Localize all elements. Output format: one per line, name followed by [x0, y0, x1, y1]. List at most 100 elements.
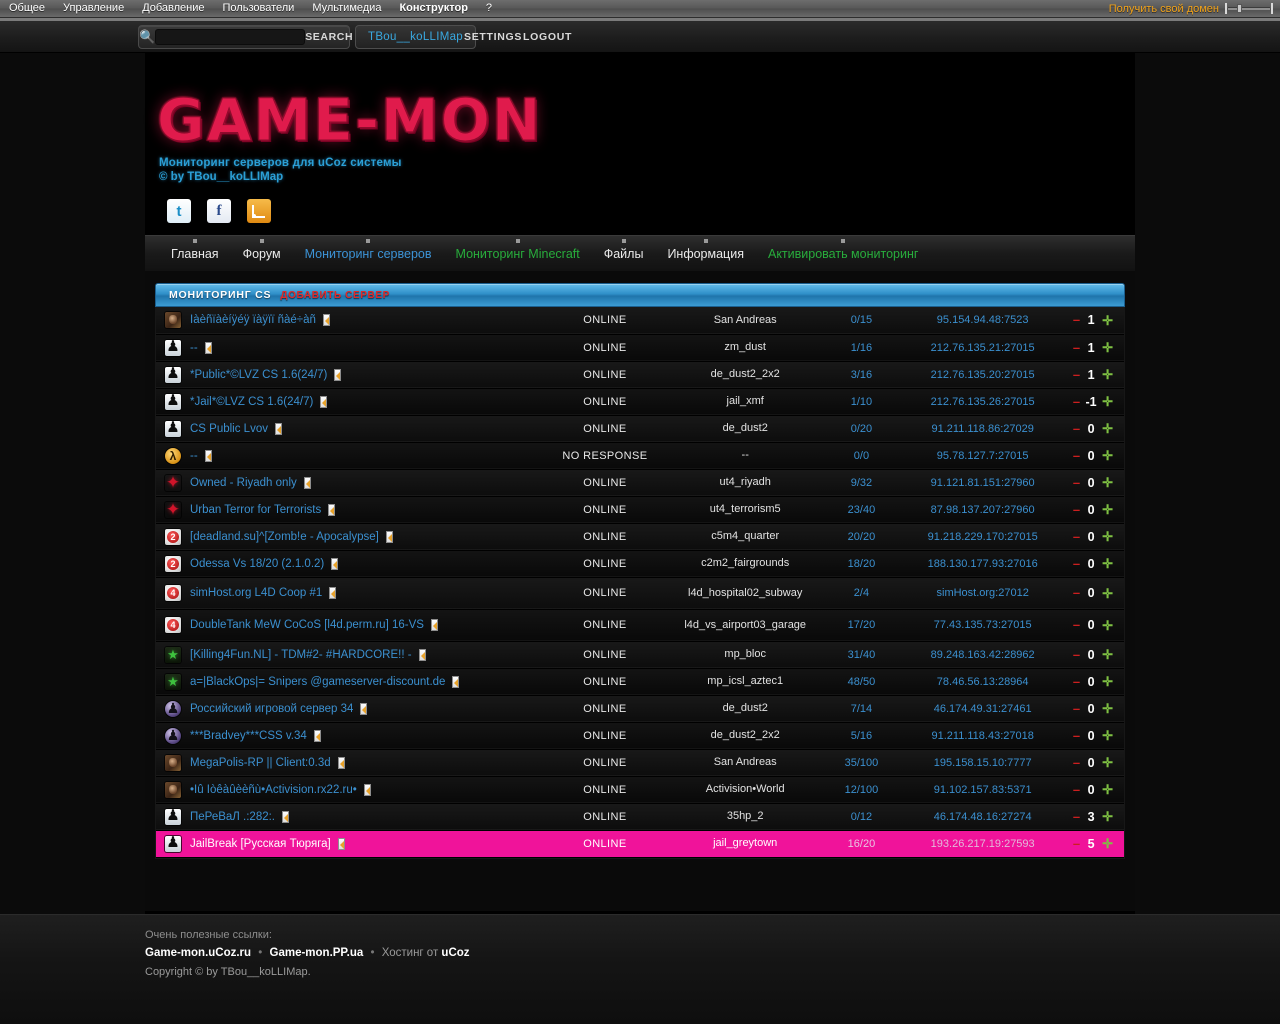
user-name-box[interactable]: TBou__koLLIMap	[355, 25, 476, 49]
table-row[interactable]: JailBreak [Русская Тюряга] ONLINE jail_gre…	[156, 830, 1124, 857]
slider-icon[interactable]	[1225, 3, 1273, 14]
server-name-link[interactable]: Owned - Riyadh only	[190, 477, 297, 489]
server-address[interactable]: 46.174.48.16:27274	[904, 803, 1062, 830]
table-row[interactable]: Российский игровой сервер 34 ONLINE de_dus…	[156, 695, 1124, 722]
rating-minus-icon[interactable]: –	[1073, 586, 1080, 599]
server-address[interactable]: 91.211.118.43:27018	[904, 722, 1062, 749]
rating-plus-icon[interactable]: ✛	[1102, 368, 1113, 381]
add-server-link[interactable]: ДОБАВИТЬ СЕРВЕР	[280, 290, 390, 301]
nav-item-5[interactable]: Информация	[655, 236, 756, 272]
rating-minus-icon[interactable]: –	[1073, 756, 1080, 769]
table-row[interactable]: Odessa Vs 18/20 (2.1.0.2) ONLINE c2m2_fair…	[156, 550, 1124, 577]
ucoz-menu-item-1[interactable]: Управление	[54, 0, 133, 17]
server-address[interactable]: 188.130.177.93:27016	[904, 550, 1062, 577]
server-address[interactable]: 91.121.81.151:27960	[904, 469, 1062, 496]
ucoz-menu-item-0[interactable]: Общее	[0, 0, 54, 17]
server-name-link[interactable]: a=|BlackOps|= Snipers @gameserver-discou…	[190, 676, 445, 688]
server-address[interactable]: 193.26.217.19:27593	[904, 830, 1062, 857]
rss-icon[interactable]	[247, 199, 271, 223]
ucoz-menu-item-6[interactable]: ?	[477, 0, 501, 17]
slider-knob[interactable]	[1237, 4, 1242, 13]
server-name-link[interactable]: *Jail*©LVZ CS 1.6(24/7)	[190, 396, 313, 408]
rating-plus-icon[interactable]: ✛	[1102, 395, 1113, 408]
rating-plus-icon[interactable]: ✛	[1102, 756, 1113, 769]
facebook-icon[interactable]: f	[207, 199, 231, 223]
rating-plus-icon[interactable]: ✛	[1102, 675, 1113, 688]
server-address[interactable]: 87.98.137.207:27960	[904, 496, 1062, 523]
server-name-link[interactable]: *Public*©LVZ CS 1.6(24/7)	[190, 369, 327, 381]
server-name-link[interactable]: Odessa Vs 18/20 (2.1.0.2)	[190, 558, 324, 570]
server-name-link[interactable]: Ïàèñïàèíÿéÿ ïàÿïï ñàé÷àñ	[190, 314, 316, 326]
server-name-link[interactable]: simHost.org L4D Coop #1	[190, 587, 322, 599]
rating-plus-icon[interactable]: ✛	[1102, 530, 1113, 543]
footer-link-pp-ua[interactable]: Game-mon.PP.ua	[270, 947, 364, 959]
table-row[interactable]: -- ONLINE zm_dust 1/16 212.76.135.21:27015–1…	[156, 334, 1124, 361]
table-row[interactable]: ПеРеВаЛ .:282:. ONLINE 35hp_2 0/12 46.174.48…	[156, 803, 1124, 830]
rating-minus-icon[interactable]: –	[1073, 702, 1080, 715]
rating-plus-icon[interactable]: ✛	[1102, 702, 1113, 715]
rating-minus-icon[interactable]: –	[1073, 313, 1080, 326]
table-row[interactable]: simHost.org L4D Coop #1 ONLINE l4d_hospita…	[156, 577, 1124, 609]
rating-minus-icon[interactable]: –	[1073, 783, 1080, 796]
table-row[interactable]: Urban Terror for Terrorists ONLINE ut4_ter…	[156, 496, 1124, 523]
server-address[interactable]: 212.76.135.26:27015	[904, 388, 1062, 415]
server-name-link[interactable]: [deadland.su]^[Zomb!e - Apocalypse]	[190, 531, 379, 543]
server-name-link[interactable]: [Killing4Fun.NL] - TDM#2- #HARDCORE!! -	[190, 649, 412, 661]
rating-minus-icon[interactable]: –	[1073, 449, 1080, 462]
table-row[interactable]: ***Bradvey***CSS v.34 ONLINE de_dust2_2x2 5…	[156, 722, 1124, 749]
rating-plus-icon[interactable]: ✛	[1102, 557, 1113, 570]
rating-minus-icon[interactable]: –	[1073, 729, 1080, 742]
rating-plus-icon[interactable]: ✛	[1102, 476, 1113, 489]
rating-minus-icon[interactable]: –	[1073, 837, 1080, 850]
table-row[interactable]: MegaPolis-RP || Client:0.3d ONLINE San And…	[156, 749, 1124, 776]
nav-item-3[interactable]: Мониторинг Minecraft	[444, 236, 592, 272]
table-row[interactable]: a=|BlackOps|= Snipers @gameserver-discou…	[156, 668, 1124, 695]
server-name-link[interactable]: --	[190, 342, 198, 354]
table-row[interactable]: DoubleTank MeW CoCoS [l4d.perm.ru] 16-VS…	[156, 609, 1124, 641]
footer-link-ucoz-ru[interactable]: Game-mon.uCoz.ru	[145, 947, 251, 959]
table-row[interactable]: •Ìû Îòêàûèèñù•Activision.rx22.ru• ONLINE A…	[156, 776, 1124, 803]
server-name-link[interactable]: Российский игровой сервер 34	[190, 703, 353, 715]
server-address[interactable]: 91.102.157.83:5371	[904, 776, 1062, 803]
table-row[interactable]: -- NO RESPONSE -- 0/0 95.78.127.7:27015–0 ✛	[156, 442, 1124, 469]
table-row[interactable]: [Killing4Fun.NL] - TDM#2- #HARDCORE!! - O…	[156, 641, 1124, 668]
nav-item-0[interactable]: Главная	[159, 236, 231, 272]
rating-minus-icon[interactable]: –	[1073, 557, 1080, 570]
logout-link[interactable]: LOGOUT	[523, 31, 572, 43]
rating-plus-icon[interactable]: ✛	[1102, 587, 1113, 600]
rating-minus-icon[interactable]: –	[1073, 810, 1080, 823]
server-address[interactable]: 77.43.135.73:27015	[904, 609, 1062, 641]
server-address[interactable]: 78.46.56.13:28964	[904, 668, 1062, 695]
ucoz-menu-item-4[interactable]: Мультимедиа	[303, 0, 390, 17]
twitter-icon[interactable]: t	[167, 199, 191, 223]
rating-minus-icon[interactable]: –	[1073, 503, 1080, 516]
rating-plus-icon[interactable]: ✛	[1102, 810, 1113, 823]
footer-hosting-name[interactable]: uCoz	[441, 947, 469, 959]
server-name-link[interactable]: CS Public Lvov	[190, 423, 268, 435]
rating-minus-icon[interactable]: –	[1073, 395, 1080, 408]
server-address[interactable]: 91.218.229.170:27015	[904, 523, 1062, 550]
server-address[interactable]: 46.174.49.31:27461	[904, 695, 1062, 722]
rating-plus-icon[interactable]: ✛	[1102, 314, 1113, 327]
server-name-link[interactable]: DoubleTank MeW CoCoS [l4d.perm.ru] 16-VS	[190, 619, 424, 631]
rating-minus-icon[interactable]: –	[1073, 675, 1080, 688]
table-row[interactable]: CS Public Lvov ONLINE de_dust2 0/20 91.211.1…	[156, 415, 1124, 442]
server-address[interactable]: 195.158.15.10:7777	[904, 749, 1062, 776]
rating-minus-icon[interactable]: –	[1073, 476, 1080, 489]
server-address[interactable]: 212.76.135.20:27015	[904, 361, 1062, 388]
rating-minus-icon[interactable]: –	[1073, 341, 1080, 354]
server-address[interactable]: 95.154.94.48:7523	[904, 307, 1062, 334]
server-name-link[interactable]: MegaPolis-RP || Client:0.3d	[190, 757, 331, 769]
rating-plus-icon[interactable]: ✛	[1102, 837, 1113, 850]
rating-plus-icon[interactable]: ✛	[1102, 783, 1113, 796]
server-address[interactable]: simHost.org:27012	[904, 577, 1062, 609]
search-input[interactable]	[155, 29, 306, 45]
table-row[interactable]: *Public*©LVZ CS 1.6(24/7) ONLINE de_dust2_…	[156, 361, 1124, 388]
server-name-link[interactable]: •Ìû Îòêàûèèñù•Activision.rx22.ru•	[190, 784, 357, 796]
server-name-link[interactable]: --	[190, 450, 198, 462]
rating-plus-icon[interactable]: ✛	[1102, 619, 1113, 632]
server-address[interactable]: 212.76.135.21:27015	[904, 334, 1062, 361]
get-domain-link[interactable]: Получить свой домен	[1103, 3, 1225, 15]
server-name-link[interactable]: Urban Terror for Terrorists	[190, 504, 321, 516]
nav-item-4[interactable]: Файлы	[592, 236, 656, 272]
